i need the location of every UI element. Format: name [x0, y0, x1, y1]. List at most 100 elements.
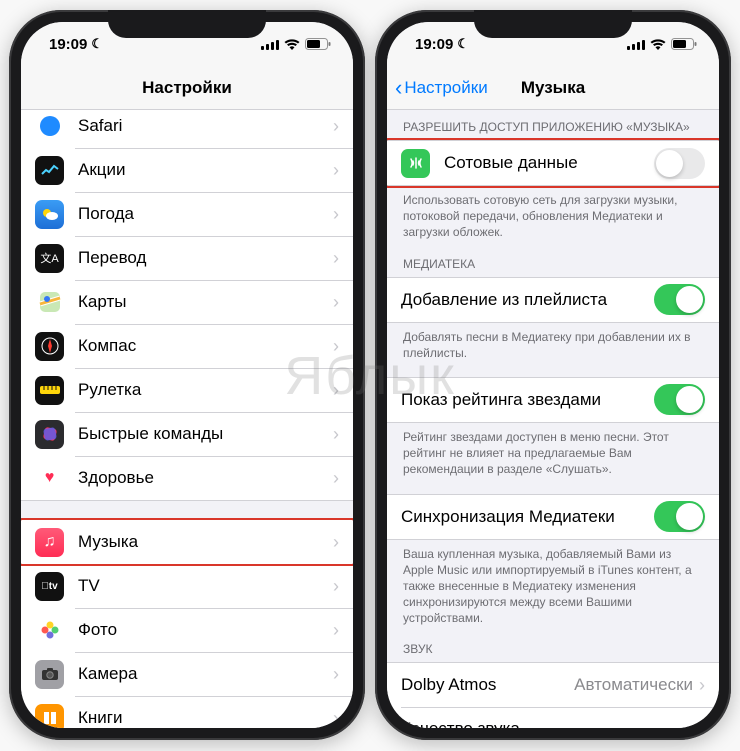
battery-icon — [671, 38, 697, 50]
star-rating-row[interactable]: Показ рейтинга звездами — [387, 378, 719, 422]
row-label: TV — [78, 576, 333, 596]
notch — [474, 10, 632, 38]
page-title: Настройки — [142, 78, 232, 98]
star-rating-toggle[interactable] — [654, 384, 705, 415]
row-label: Перевод — [78, 248, 333, 268]
settings-row-maps[interactable]: Карты› — [21, 280, 353, 324]
row-label: Safari — [78, 116, 333, 136]
cellular-data-row[interactable]: Сотовые данные — [387, 141, 719, 185]
row-label: Фото — [78, 620, 333, 640]
row-label: Акции — [78, 160, 333, 180]
nav-bar: Настройки — [21, 66, 353, 110]
measure-icon — [35, 376, 64, 405]
settings-row-measure[interactable]: Рулетка› — [21, 368, 353, 412]
chevron-right-icon: › — [699, 675, 705, 696]
settings-row-translate[interactable]: 文A Перевод› — [21, 236, 353, 280]
cellular-signal-icon — [261, 39, 279, 50]
music-icon: ♫ — [35, 528, 64, 557]
phone-left: 19:09 ☾ Настройки — [9, 10, 365, 740]
row-label: Книги — [78, 708, 333, 728]
settings-row-books[interactable]: Книги› — [21, 696, 353, 728]
row-label: Музыка — [78, 532, 333, 552]
tv-icon: tv — [35, 572, 64, 601]
settings-row-music[interactable]: ♫ Музыка› — [21, 520, 353, 564]
row-label: Компас — [78, 336, 333, 356]
chevron-right-icon: › — [333, 620, 339, 641]
settings-row-weather[interactable]: Погода› — [21, 192, 353, 236]
safari-icon — [35, 112, 64, 141]
stocks-icon — [35, 156, 64, 185]
row-label: Камера — [78, 664, 333, 684]
chevron-left-icon: ‹ — [395, 77, 402, 99]
row-label: Dolby Atmos — [401, 675, 574, 695]
status-time: 19:09 — [49, 36, 87, 53]
settings-row-compass[interactable]: Компас› — [21, 324, 353, 368]
chevron-right-icon: › — [333, 160, 339, 181]
sync-library-toggle[interactable] — [654, 501, 705, 532]
settings-row-photos[interactable]: Фото› — [21, 608, 353, 652]
row-label: Здоровье — [78, 468, 333, 488]
audio-quality-row[interactable]: Качество звука› — [387, 707, 719, 728]
add-from-playlist-row[interactable]: Добавление из плейлиста — [387, 278, 719, 322]
page-title: Музыка — [521, 78, 585, 98]
row-label: Погода — [78, 204, 333, 224]
row-label: Карты — [78, 292, 333, 312]
row-label: Качество звука — [401, 719, 699, 728]
settings-content[interactable]: Safari› Акции› Погода› 文AПеревод› Карты›… — [21, 110, 353, 728]
weather-icon — [35, 200, 64, 229]
chevron-right-icon: › — [333, 248, 339, 269]
health-icon: ♥ — [35, 464, 64, 493]
chevron-right-icon: › — [333, 532, 339, 553]
row-label: Добавление из плейлиста — [401, 290, 654, 310]
chevron-right-icon: › — [333, 424, 339, 445]
row-label: Быстрые команды — [78, 424, 333, 444]
section-footer: Добавлять песни в Медиатеку при добавлен… — [387, 323, 719, 365]
row-label: Синхронизация Медиатеки — [401, 507, 654, 527]
row-label: Рулетка — [78, 380, 333, 400]
do-not-disturb-icon: ☾ — [457, 36, 469, 52]
chevron-right-icon: › — [333, 576, 339, 597]
battery-icon — [305, 38, 331, 50]
dolby-atmos-row[interactable]: Dolby AtmosАвтоматически › — [387, 663, 719, 707]
section-header-library: МЕДИАТЕКА — [387, 245, 719, 277]
wifi-icon — [284, 39, 300, 50]
camera-icon — [35, 660, 64, 689]
settings-row-tv[interactable]: tv TV› — [21, 564, 353, 608]
chevron-right-icon: › — [333, 292, 339, 313]
do-not-disturb-icon: ☾ — [91, 36, 103, 52]
section-footer: Использовать сотовую сеть для загрузки м… — [387, 186, 719, 245]
photos-icon — [35, 616, 64, 645]
phone-right: 19:09 ☾ ‹Настройки Музыка РАЗРЕШИТЬ ДОСТ… — [375, 10, 731, 740]
chevron-right-icon: › — [333, 468, 339, 489]
music-settings-content[interactable]: РАЗРЕШИТЬ ДОСТУП ПРИЛОЖЕНИЮ «МУЗЫКА» Сот… — [387, 110, 719, 728]
back-button[interactable]: ‹Настройки — [395, 77, 488, 99]
settings-row-stocks[interactable]: Акции› — [21, 148, 353, 192]
chevron-right-icon: › — [333, 380, 339, 401]
maps-icon — [35, 288, 64, 317]
section-footer: Рейтинг звездами доступен в меню песни. … — [387, 423, 719, 482]
add-from-playlist-toggle[interactable] — [654, 284, 705, 315]
row-label: Сотовые данные — [444, 153, 654, 173]
section-footer: Ваша купленная музыка, добавляемый Вами … — [387, 540, 719, 631]
chevron-right-icon: › — [333, 336, 339, 357]
cellular-toggle[interactable] — [654, 148, 705, 179]
books-icon — [35, 704, 64, 729]
notch — [108, 10, 266, 38]
cellular-signal-icon — [627, 39, 645, 50]
section-header-audio: ЗВУК — [387, 630, 719, 662]
chevron-right-icon: › — [699, 719, 705, 728]
settings-row-health[interactable]: ♥ Здоровье› — [21, 456, 353, 500]
sync-library-row[interactable]: Синхронизация Медиатеки — [387, 495, 719, 539]
back-label: Настройки — [404, 78, 487, 98]
settings-row-camera[interactable]: Камера› — [21, 652, 353, 696]
row-value: Автоматически — [574, 675, 693, 695]
settings-row-safari[interactable]: Safari› — [21, 110, 353, 148]
chevron-right-icon: › — [333, 708, 339, 729]
shortcuts-icon — [35, 420, 64, 449]
wifi-icon — [650, 39, 666, 50]
translate-icon: 文A — [35, 244, 64, 273]
settings-row-shortcuts[interactable]: Быстрые команды› — [21, 412, 353, 456]
status-time: 19:09 — [415, 36, 453, 53]
nav-bar: ‹Настройки Музыка — [387, 66, 719, 110]
row-label: Показ рейтинга звездами — [401, 390, 654, 410]
